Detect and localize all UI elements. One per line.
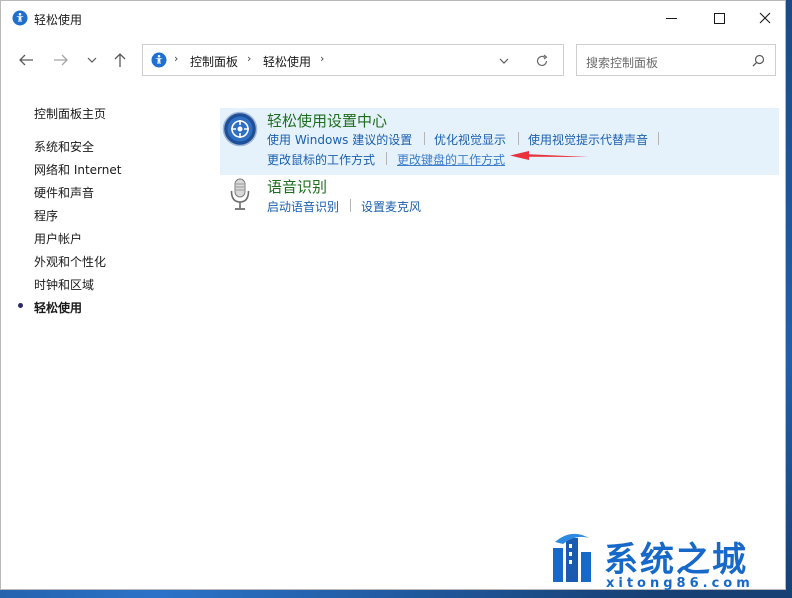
link-change-mouse[interactable]: 更改鼠标的工作方式	[267, 151, 375, 168]
chevron-right-icon: ›	[247, 52, 252, 65]
sidebar-item-network-internet[interactable]: 网络和 Internet	[34, 161, 121, 178]
control-panel-window: 轻松使用 › 控制面板 › 轻松使用 › 搜索控制面板 控制面板主页 系统和安全…	[0, 0, 786, 590]
link-start-speech-recognition[interactable]: 启动语音识别	[267, 198, 339, 215]
address-bar[interactable]: › 控制面板 › 轻松使用 ›	[142, 44, 564, 76]
arrow-up-icon	[114, 53, 126, 67]
link-separator	[518, 132, 519, 145]
maximize-button[interactable]	[696, 1, 742, 35]
chevron-right-icon: ›	[320, 52, 325, 65]
microphone-icon[interactable]	[228, 177, 252, 213]
link-visual-cues-for-sound[interactable]: 使用视觉提示代替声音	[528, 131, 648, 148]
search-icon	[752, 54, 765, 67]
search-input[interactable]: 搜索控制面板	[576, 44, 776, 76]
maximize-icon	[713, 12, 725, 24]
up-button[interactable]	[109, 49, 131, 71]
chevron-down-icon[interactable]	[499, 57, 509, 65]
sidebar-item-user-accounts[interactable]: 用户帐户	[34, 230, 82, 247]
sidebar-item-ease-of-access[interactable]: 轻松使用	[34, 299, 82, 316]
link-recommended-settings[interactable]: 使用 Windows 建议的设置	[267, 131, 412, 148]
sidebar-home-link[interactable]: 控制面板主页	[34, 105, 106, 122]
ease-of-access-icon	[12, 10, 28, 26]
recent-locations-button[interactable]	[81, 49, 103, 71]
refresh-icon[interactable]	[535, 54, 549, 68]
minimize-button[interactable]	[648, 1, 694, 35]
watermark-url: xitong86.com	[606, 576, 754, 591]
link-separator	[658, 132, 659, 145]
sidebar-item-programs[interactable]: 程序	[34, 207, 58, 224]
breadcrumb-control-panel[interactable]: 控制面板	[190, 53, 238, 70]
breadcrumb-ease-of-access[interactable]: 轻松使用	[263, 53, 311, 70]
back-button[interactable]	[15, 49, 37, 71]
category-title-speech-recognition[interactable]: 语音识别	[267, 176, 327, 197]
forward-button[interactable]	[50, 49, 72, 71]
sidebar-item-system-security[interactable]: 系统和安全	[34, 138, 94, 155]
chevron-down-icon	[87, 57, 97, 63]
link-set-up-microphone[interactable]: 设置麦克风	[361, 198, 421, 215]
minimize-icon	[665, 17, 677, 19]
watermark-logo-icon	[547, 533, 599, 586]
link-optimize-visual-display[interactable]: 优化视觉显示	[434, 131, 506, 148]
arrow-left-icon	[19, 54, 33, 66]
category-title-ease-of-access-center[interactable]: 轻松使用设置中心	[267, 110, 387, 131]
close-button[interactable]	[742, 1, 788, 35]
close-icon	[759, 12, 771, 24]
arrow-right-icon	[54, 54, 68, 66]
link-change-keyboard[interactable]: 更改键盘的工作方式	[397, 151, 505, 168]
link-separator	[386, 152, 387, 165]
window-title: 轻松使用	[34, 13, 83, 27]
title-bar: 轻松使用	[1, 1, 785, 35]
watermark-text: 系统之城	[604, 540, 748, 580]
link-separator	[424, 132, 425, 145]
sidebar-item-hardware-sound[interactable]: 硬件和声音	[34, 184, 94, 201]
annotation-arrow-icon	[510, 151, 589, 160]
sidebar-item-appearance[interactable]: 外观和个性化	[34, 253, 106, 270]
link-separator	[350, 199, 351, 212]
sidebar-item-clock-region[interactable]: 时钟和区域	[34, 276, 94, 293]
current-item-bullet	[18, 303, 23, 308]
chevron-right-icon: ›	[174, 52, 179, 65]
ease-of-access-icon	[151, 52, 167, 68]
ease-of-access-center-icon[interactable]	[222, 111, 258, 147]
search-placeholder: 搜索控制面板	[586, 56, 659, 70]
